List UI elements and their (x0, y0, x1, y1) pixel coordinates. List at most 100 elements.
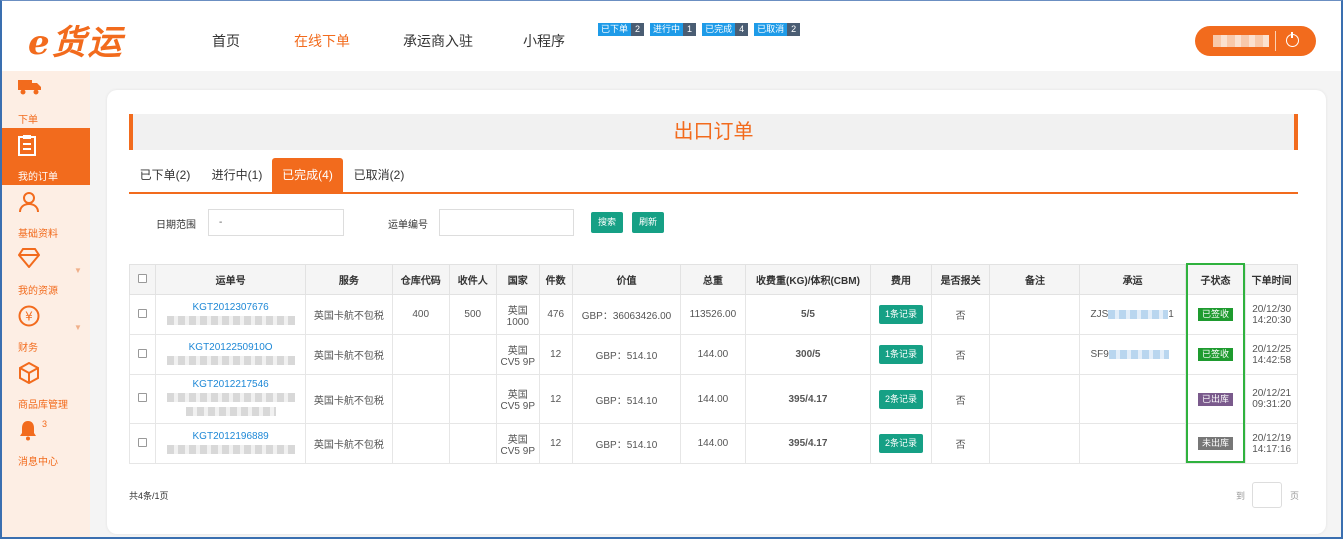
bell-icon (18, 419, 38, 446)
warehouse-cell: 400 (391, 294, 450, 335)
message-count: 3 (42, 419, 48, 429)
sidebar-item-messages[interactable]: 3 消息中心 (2, 413, 90, 470)
row-checkbox[interactable] (128, 374, 157, 424)
weight-cell: 144.00 (680, 334, 746, 375)
fee-records-button[interactable]: 2条记录 (879, 434, 924, 453)
weight-cell: 144.00 (680, 423, 746, 464)
row-checkbox[interactable] (128, 294, 157, 335)
chevron-down-icon: ▼ (74, 266, 82, 275)
refresh-button[interactable]: 刷新 (632, 212, 664, 233)
badge-completed[interactable]: 已完成 4 (702, 23, 749, 36)
username-masked (1213, 35, 1269, 47)
waybill-link[interactable]: KGT2012217546 (158, 379, 303, 391)
waybill-link[interactable]: KGT2012307676 (158, 302, 303, 314)
sidebar-item-my-orders[interactable]: 我的订单 (2, 128, 90, 185)
waybill-sub-masked (166, 355, 295, 365)
col-waybill[interactable]: 运单号 (155, 264, 306, 295)
sidebar-item-order[interactable]: 下单 (2, 71, 90, 128)
select-all-checkbox[interactable] (128, 264, 157, 295)
sidebar-item-basic-info[interactable]: 基础资料 (2, 185, 90, 242)
note-cell (989, 294, 1081, 335)
user-icon (18, 191, 40, 218)
badge-cancelled[interactable]: 已取消 2 (754, 23, 801, 36)
fee-records-button[interactable]: 2条记录 (879, 389, 924, 409)
warehouse-cell (391, 374, 450, 424)
service-cell: 英国卡航不包税 (304, 423, 393, 464)
sidebar-item-finance[interactable]: ¥ 财务 ▼ (2, 299, 90, 356)
col-recipient: 收件人 (448, 264, 498, 295)
pieces-cell: 12 (538, 374, 573, 424)
truck-icon (18, 77, 42, 100)
recipient-cell: 500 (448, 294, 498, 335)
charge-weight-cell: 395/4.17 (744, 374, 872, 424)
waybill-link[interactable]: KGT2012196889 (158, 431, 303, 443)
customs-cell: 否 (930, 423, 991, 464)
waybill-link[interactable]: KGT2012250910O (158, 342, 303, 354)
sidebar-item-my-resources[interactable]: 我的资源 ▼ (2, 242, 90, 299)
waybill-number-input[interactable] (439, 209, 574, 236)
col-order-time: 下单时间 (1245, 264, 1298, 295)
warehouse-cell (391, 423, 450, 464)
weight-cell: 144.00 (680, 374, 746, 424)
row-checkbox[interactable] (128, 423, 157, 464)
user-menu[interactable] (1195, 26, 1316, 56)
orders-table: 运单号 服务 仓库代码 收件人 国家 件数 价值 总重 收费重(KG)/体积(C… (128, 264, 1298, 464)
country-sub-cell: CV5 9P (500, 401, 535, 412)
date-range-label: 日期范围 (156, 220, 196, 231)
recipient-cell (448, 334, 498, 375)
note-cell (989, 334, 1081, 375)
fee-records-button[interactable]: 1条记录 (879, 305, 924, 324)
order-time: 14:17:16 (1252, 443, 1292, 455)
badge-in-progress[interactable]: 进行中 1 (650, 23, 697, 36)
value-cell: GBP：514.10 (571, 334, 682, 375)
order-time: 09:31:20 (1252, 399, 1292, 410)
waybill-sub-masked (166, 315, 295, 325)
nav-carrier-join[interactable]: 承运商入驻 (403, 31, 473, 51)
carrier-link[interactable]: SF9 (1090, 349, 1108, 360)
goto-label: 到 (1236, 491, 1246, 501)
svg-text:¥: ¥ (25, 310, 33, 324)
pieces-cell: 12 (538, 423, 573, 464)
carrier-tail: 1 (1168, 309, 1174, 320)
status-badge: 已出库 (1197, 392, 1233, 406)
table-row: KGT2012196889 英国卡航不包税 英国 CV5 9P 12 GBP：51… (128, 423, 1298, 464)
goto-page-input[interactable] (1252, 482, 1282, 508)
country-sub-cell: CV5 9P (500, 445, 535, 457)
col-note: 备注 (989, 264, 1081, 295)
status-badge: 已签收 (1197, 308, 1233, 321)
date-range-input[interactable]: - (208, 209, 344, 236)
pieces-cell: 12 (538, 334, 573, 375)
tab-completed[interactable]: 已完成(4) (272, 158, 343, 192)
value-cell: GBP：514.10 (571, 374, 682, 424)
fee-records-button[interactable]: 1条记录 (879, 345, 924, 364)
tab-ordered[interactable]: 已下单(2) (131, 158, 199, 192)
tab-in-progress[interactable]: 进行中(1) (201, 158, 273, 192)
nav-mini-program[interactable]: 小程序 (523, 31, 565, 51)
status-badge: 未出库 (1197, 437, 1233, 450)
value-cell: GBP：36063426.00 (571, 294, 682, 335)
chevron-down-icon: ▼ (74, 323, 82, 332)
nav-home[interactable]: 首页 (212, 31, 240, 51)
col-country: 国家 (496, 264, 540, 295)
logo[interactable]: e货运 (28, 15, 124, 64)
badge-ordered[interactable]: 已下单 2 (598, 23, 645, 36)
order-date: 20/12/25 (1252, 343, 1292, 355)
nav-online-order[interactable]: 在线下单 (294, 31, 350, 51)
box-icon (18, 361, 40, 389)
status-tabs: 已下单(2) 进行中(1) 已完成(4) 已取消(2) (129, 158, 1298, 194)
country-cell: 英国 (507, 345, 528, 357)
col-fee: 费用 (870, 264, 932, 295)
power-icon[interactable] (1286, 32, 1299, 47)
col-sub-status: 子状态 (1184, 264, 1247, 295)
carrier-link[interactable]: ZJS (1090, 309, 1108, 320)
pieces-cell: 476 (538, 294, 573, 335)
sidebar-item-product-library[interactable]: 商品库管理 (2, 356, 90, 413)
service-cell: 英国卡航不包税 (304, 374, 393, 424)
tab-cancelled[interactable]: 已取消(2) (345, 158, 413, 192)
country-cell: 英国 (507, 434, 528, 446)
charge-weight-cell: 5/5 (744, 294, 872, 335)
search-button[interactable]: 搜索 (591, 212, 623, 233)
row-checkbox[interactable] (128, 334, 157, 375)
table-row: KGT2012217546 英国卡航不包税 英国 CV5 9P 12 GBP：51… (128, 374, 1298, 424)
country-cell: 英国 (507, 305, 528, 317)
